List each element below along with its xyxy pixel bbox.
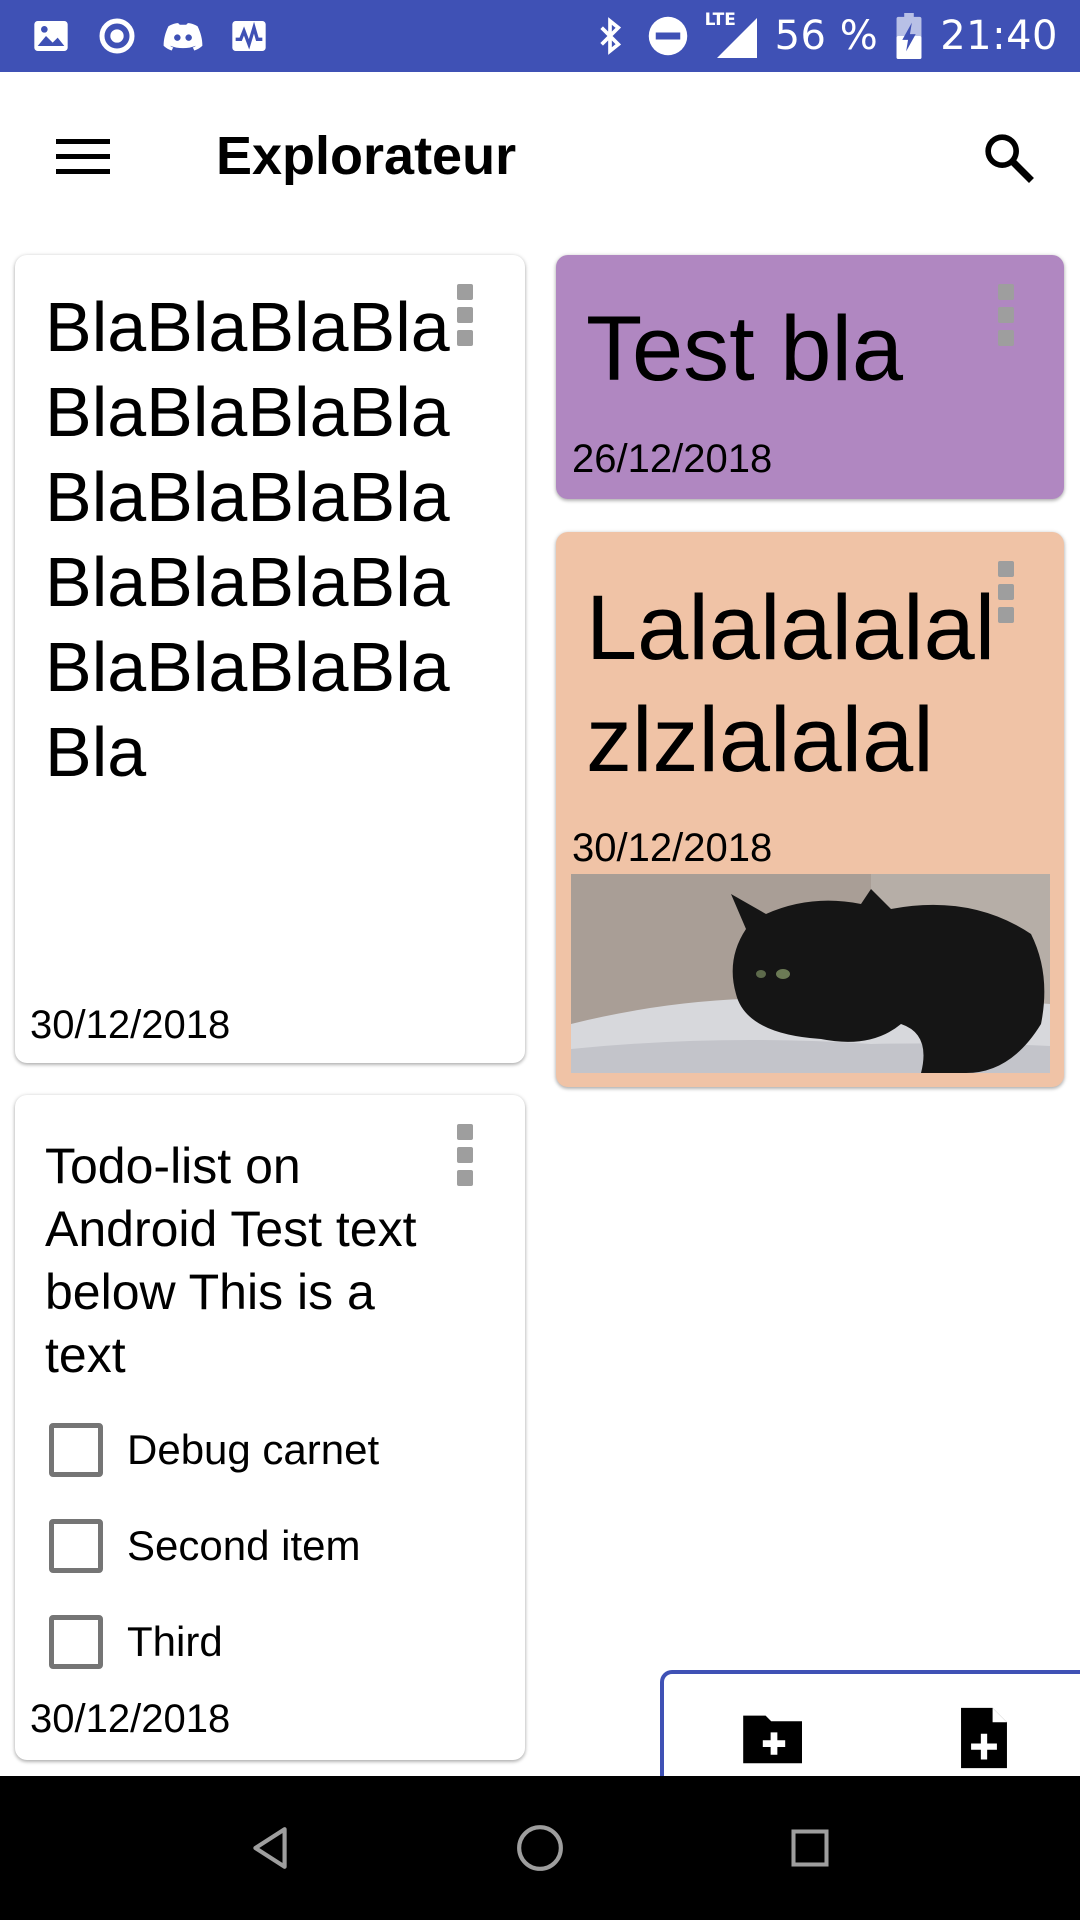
note-card[interactable]: BlaBlaBlaBlaBlaBlaBlaBlaBlaBlaBlaBlaBlaB… xyxy=(15,255,525,1063)
more-options-icon[interactable] xyxy=(435,275,495,355)
note-card[interactable]: Todo-list on Android Test text below Thi… xyxy=(15,1095,525,1760)
todo-checkbox[interactable] xyxy=(49,1615,103,1669)
note-title: Test bla xyxy=(586,298,904,400)
system-status: LTE 56 % 21:40 xyxy=(589,10,1058,62)
signal-icon: LTE xyxy=(704,10,759,60)
todo-checkbox[interactable] xyxy=(49,1423,103,1477)
note-date: 30/12/2018 xyxy=(30,1003,231,1047)
do-not-disturb-icon xyxy=(647,15,689,57)
status-bar: LTE 56 % 21:40 xyxy=(0,0,1080,72)
create-note-button[interactable] xyxy=(944,1698,1024,1778)
note-date: 26/12/2018 xyxy=(572,437,773,481)
image-icon xyxy=(30,15,72,57)
back-button[interactable] xyxy=(230,1808,310,1888)
network-type: LTE xyxy=(704,10,736,30)
hamburger-menu-icon xyxy=(56,139,110,174)
recents-button[interactable] xyxy=(770,1808,850,1888)
recents-icon xyxy=(791,1829,829,1867)
battery-percent: 56 % xyxy=(774,13,879,59)
home-icon xyxy=(517,1825,563,1871)
more-options-icon[interactable] xyxy=(435,1115,495,1195)
search-icon xyxy=(985,134,1034,183)
notification-icons xyxy=(30,14,270,58)
page-title: Explorateur xyxy=(216,126,517,186)
more-options-icon[interactable] xyxy=(976,552,1036,632)
bluetooth-icon xyxy=(589,15,631,57)
create-folder-button[interactable] xyxy=(734,1698,814,1778)
note-title: BlaBlaBlaBlaBlaBlaBlaBlaBlaBlaBlaBlaBlaB… xyxy=(45,288,450,791)
fab-bar xyxy=(660,1670,1080,1780)
clock: 21:40 xyxy=(940,13,1058,59)
note-date: 30/12/2018 xyxy=(572,826,773,870)
create-folder-icon xyxy=(743,1715,802,1764)
target-icon xyxy=(96,15,138,57)
todo-checkbox[interactable] xyxy=(49,1519,103,1573)
activity-icon xyxy=(228,15,270,57)
todo-label: Third xyxy=(127,1618,223,1665)
more-options-icon[interactable] xyxy=(976,275,1036,355)
navigation-bar xyxy=(0,1776,1080,1920)
menu-button[interactable] xyxy=(44,122,124,192)
note-title: Todo-list on Android Test text below Thi… xyxy=(45,1138,417,1383)
note-card[interactable]: Test bla 26/12/2018 xyxy=(556,255,1064,499)
battery-charging-icon xyxy=(894,13,924,59)
back-icon xyxy=(253,1827,287,1869)
note-date: 30/12/2018 xyxy=(30,1697,231,1741)
todo-item[interactable]: Debug carnet xyxy=(49,1418,379,1482)
discord-icon xyxy=(162,15,204,57)
todo-item[interactable]: Second item xyxy=(49,1514,360,1578)
search-button[interactable] xyxy=(968,122,1048,192)
home-button[interactable] xyxy=(500,1808,580,1888)
todo-item[interactable]: Third xyxy=(49,1610,223,1674)
app-bar: Explorateur xyxy=(0,72,1080,242)
note-image xyxy=(571,874,1050,1073)
todo-label: Second item xyxy=(127,1522,361,1569)
note-title: Lalalalalalzlzlalalal xyxy=(586,577,996,791)
todo-label: Debug carnet xyxy=(127,1426,380,1473)
create-note-icon xyxy=(961,1707,1007,1769)
note-card[interactable]: Lalalalalalzlzlalalal 30/12/2018 xyxy=(556,532,1064,1087)
